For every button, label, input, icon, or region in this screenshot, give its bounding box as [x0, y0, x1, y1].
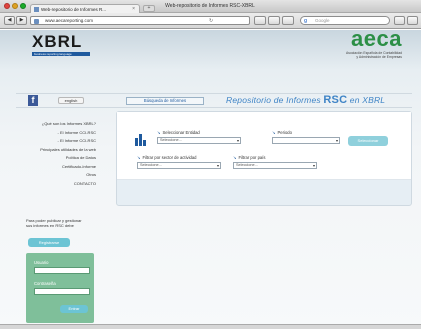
xbrl-logo[interactable]: XBRL: [32, 32, 82, 52]
bar-chart-icon: [135, 134, 149, 146]
entity-select-value: Seleccione...: [160, 138, 182, 142]
sidebar-item-utilidades[interactable]: Principales utilidades de la web: [16, 146, 96, 155]
country-select[interactable]: Seleccione... ▾: [233, 162, 317, 169]
favicon-icon: [34, 7, 39, 12]
aeca-logo[interactable]: aeca: [351, 26, 402, 52]
entity-select[interactable]: Seleccione... ▾: [157, 137, 241, 144]
sidebar-item-contacto[interactable]: CONTACTO: [16, 180, 96, 189]
nav-strip: f english Búsqueda de Informes Repositor…: [16, 93, 412, 108]
zoom-window-button[interactable]: [20, 3, 26, 9]
new-tab-button[interactable]: +: [143, 5, 155, 12]
login-button[interactable]: Entrar: [60, 305, 88, 313]
sidebar-menu: ¿Qué son los Informes XBRL? - El Informe…: [16, 120, 96, 188]
tab-title: Web-repositorio de Informes R...: [41, 7, 106, 12]
sidebar-item-certificado[interactable]: Certificado-Informe: [16, 163, 96, 172]
login-panel: Usuario Contraseña Entrar: [26, 253, 94, 323]
password-input[interactable]: [34, 288, 90, 295]
sidebar-item-informe-cci-rsc-2[interactable]: - El Informe CCI-RSC: [16, 137, 96, 146]
filter-area: [117, 112, 411, 180]
sector-select-value: Seleccione...: [140, 163, 162, 167]
repository-title-prefix: Repositorio de Informes: [226, 95, 321, 105]
site-header: XBRL business reporting language aeca As…: [16, 22, 412, 66]
repository-title: Repositorio de Informes RSC en XBRL: [226, 94, 385, 106]
sector-select[interactable]: Seleccione... ▾: [137, 162, 221, 169]
country-filter-label: ↘ Filtrar por país: [233, 155, 266, 160]
sidebar-item-otros[interactable]: Otros: [16, 171, 96, 180]
chevron-down-icon: ▾: [236, 138, 239, 143]
sidebar-item-informe-cci-rsc[interactable]: - El Informe CCI-RSC: [16, 129, 96, 138]
password-label: Contraseña: [34, 281, 56, 286]
register-button[interactable]: Registrarse: [28, 238, 70, 247]
back-button[interactable]: ◀: [4, 16, 15, 25]
select-button[interactable]: Seleccionar: [348, 136, 388, 146]
window-bottom-bar: [0, 324, 421, 329]
facebook-icon[interactable]: f: [28, 95, 38, 106]
language-button[interactable]: english: [58, 97, 84, 104]
period-filter-label: ↘ Periodo: [272, 130, 292, 135]
username-label: Usuario: [34, 260, 49, 265]
chevron-down-icon: ▾: [216, 163, 219, 168]
entity-filter-label: ↘ Seleccionar Entidad: [157, 130, 200, 135]
tab-busqueda-informes[interactable]: Búsqueda de Informes: [126, 97, 204, 105]
period-select[interactable]: ▾: [272, 137, 340, 144]
country-select-value: Seleccione...: [236, 163, 258, 167]
repository-title-rsc: RSC: [323, 94, 348, 106]
aeca-subtitle: Asociación Española de Contabilidad y Ad…: [312, 51, 402, 60]
sector-filter-label: ↘ Filtrar por sector de actividad: [137, 155, 197, 160]
aeca-subtitle-line2: y Administración de Empresas: [356, 55, 402, 60]
repository-title-suffix: en XBRL: [349, 95, 386, 105]
xbrl-tagline: business reporting language: [34, 52, 72, 56]
minimize-window-button[interactable]: [12, 3, 18, 9]
chevron-down-icon: ▾: [312, 163, 315, 168]
sidebar-item-que-son[interactable]: ¿Qué son los Informes XBRL?: [16, 120, 96, 129]
sidebar-item-politica-datos[interactable]: Política de Datos: [16, 154, 96, 163]
close-tab-icon[interactable]: ×: [132, 6, 135, 12]
close-window-button[interactable]: [4, 3, 10, 9]
publish-note: Para poder publicar y gestionar sus info…: [26, 218, 82, 228]
username-input[interactable]: [34, 267, 90, 274]
chevron-down-icon: ▾: [335, 138, 338, 143]
search-filter-panel: ↘ Seleccionar Entidad Seleccione... ▾ ↘ Pe…: [116, 111, 412, 206]
